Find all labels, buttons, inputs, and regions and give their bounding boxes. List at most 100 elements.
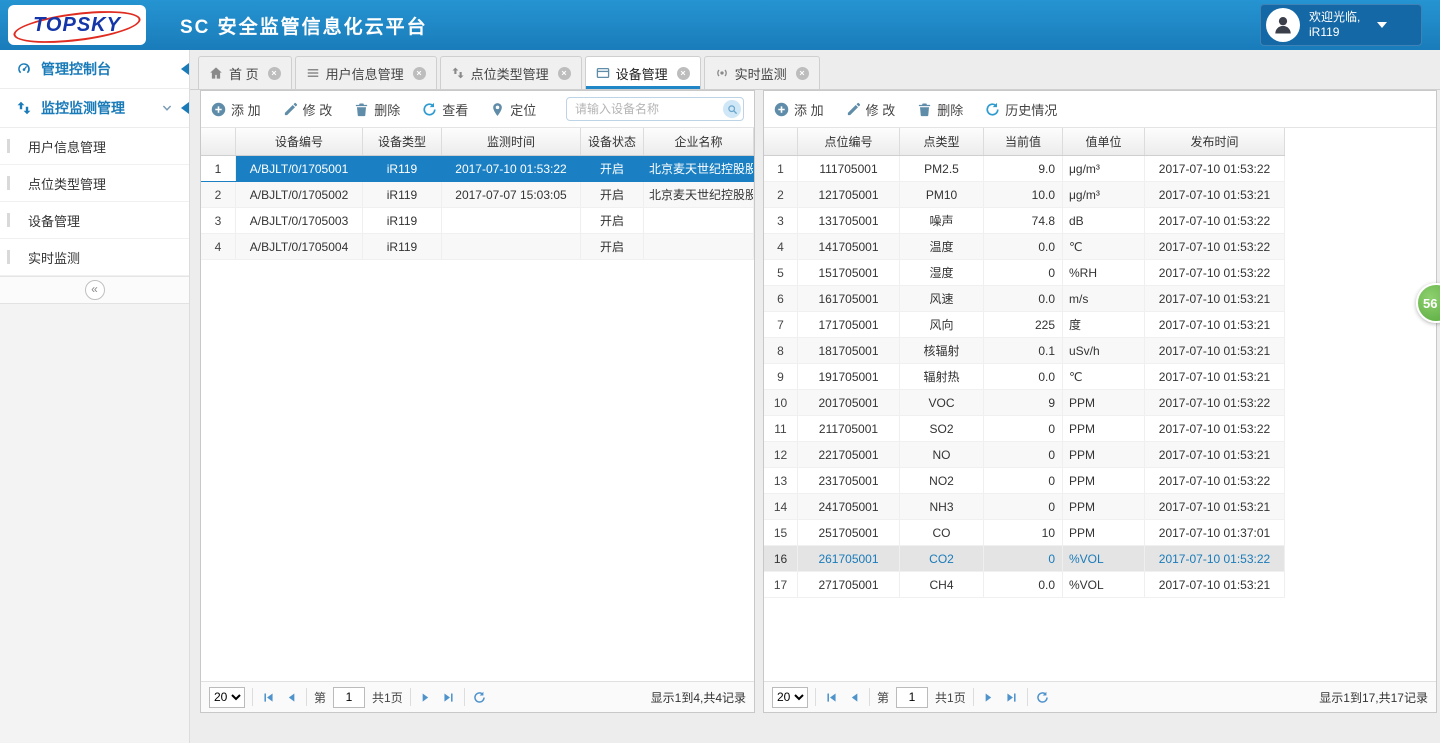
delete-button[interactable]: 删除 — [917, 100, 963, 119]
table-row[interactable]: 9191705001辐射热0.0℃2017-07-10 01:53:21 — [764, 364, 1285, 390]
first-page-button[interactable] — [260, 689, 276, 705]
column-header[interactable]: 点类型 — [900, 128, 984, 156]
column-header[interactable]: 设备编号 — [236, 128, 363, 156]
cell: 2017-07-10 01:53:21 — [1145, 572, 1285, 598]
tab-point-type[interactable]: 点位类型管理 — [440, 56, 582, 89]
next-page-button[interactable] — [981, 689, 997, 705]
column-header[interactable]: 设备状态 — [581, 128, 644, 156]
cell: 211705001 — [798, 416, 900, 442]
search-icon[interactable] — [723, 100, 741, 118]
table-row[interactable]: 1A/BJLT/0/1705001iR1192017-07-10 01:53:2… — [201, 156, 754, 182]
user-menu[interactable]: 欢迎光临, iR119 — [1260, 4, 1422, 46]
refresh-button[interactable] — [1035, 689, 1051, 705]
add-button[interactable]: 添 加 — [774, 100, 824, 119]
collapse-button[interactable]: « — [85, 280, 105, 300]
cell: 开启 — [581, 182, 644, 208]
tab-user-info[interactable]: 用户信息管理 — [295, 56, 437, 89]
last-page-button[interactable] — [1004, 689, 1020, 705]
history-button[interactable]: 历史情况 — [985, 100, 1057, 119]
table-row[interactable]: 3A/BJLT/0/1705003iR119开启 — [201, 208, 754, 234]
close-icon[interactable] — [268, 67, 281, 80]
prev-page-button[interactable] — [283, 689, 299, 705]
view-button[interactable]: 查看 — [422, 100, 468, 119]
next-page-button[interactable] — [418, 689, 434, 705]
close-icon[interactable] — [413, 67, 426, 80]
table-row[interactable]: 14241705001NH30PPM2017-07-10 01:53:21 — [764, 494, 1285, 520]
cell: 2017-07-10 01:53:22 — [1145, 468, 1285, 494]
cell: 141705001 — [798, 234, 900, 260]
sidebar-item-point-type[interactable]: 点位类型管理 — [0, 165, 189, 202]
first-page-button[interactable] — [823, 689, 839, 705]
page-size-select[interactable]: 20 — [209, 687, 245, 708]
header-row: 点位编号点类型当前值值单位发布时间 — [764, 128, 1285, 156]
row-number: 10 — [764, 390, 798, 416]
cell: SO2 — [900, 416, 984, 442]
column-header[interactable]: 监测时间 — [442, 128, 581, 156]
table-row[interactable]: 7171705001风向225度2017-07-10 01:53:21 — [764, 312, 1285, 338]
table-row[interactable]: 5151705001湿度0%RH2017-07-10 01:53:22 — [764, 260, 1285, 286]
table-row[interactable]: 2A/BJLT/0/1705002iR1192017-07-07 15:03:0… — [201, 182, 754, 208]
sidebar-item-monitor-mgmt[interactable]: 监控监测管理 — [0, 89, 189, 128]
table-row[interactable]: 3131705001噪声74.8dB2017-07-10 01:53:22 — [764, 208, 1285, 234]
column-header[interactable]: 点位编号 — [798, 128, 900, 156]
item-tick — [7, 213, 10, 227]
page-number-input[interactable] — [896, 687, 928, 708]
sidebar-item-console[interactable]: 管理控制台 — [0, 50, 189, 89]
last-page-button[interactable] — [441, 689, 457, 705]
table-row[interactable]: 15251705001CO10PPM2017-07-10 01:37:01 — [764, 520, 1285, 546]
table-row[interactable]: 12221705001NO0PPM2017-07-10 01:53:21 — [764, 442, 1285, 468]
close-icon[interactable] — [796, 67, 809, 80]
column-header[interactable]: 当前值 — [984, 128, 1063, 156]
column-header[interactable]: 值单位 — [1063, 128, 1145, 156]
table-row[interactable]: 13231705001NO20PPM2017-07-10 01:53:22 — [764, 468, 1285, 494]
sidebar-item-realtime[interactable]: 实时监测 — [0, 239, 189, 276]
cell: %VOL — [1063, 572, 1145, 598]
table-row[interactable]: 4141705001温度0.0℃2017-07-10 01:53:22 — [764, 234, 1285, 260]
cell: 161705001 — [798, 286, 900, 312]
tab-device-mgmt[interactable]: 设备管理 — [585, 56, 701, 89]
row-number: 5 — [764, 260, 798, 286]
prev-page-button[interactable] — [846, 689, 862, 705]
pin-icon — [490, 102, 505, 117]
table-row[interactable]: 2121705001PM1010.0μg/m³2017-07-10 01:53:… — [764, 182, 1285, 208]
device-table-wrap: 设备编号设备类型监测时间设备状态企业名称 1A/BJLT/0/1705001iR… — [201, 128, 754, 681]
cell: 0 — [984, 546, 1063, 572]
table-row[interactable]: 11211705001SO20PPM2017-07-10 01:53:22 — [764, 416, 1285, 442]
divider — [1027, 688, 1028, 706]
table-row[interactable]: 17271705001CH40.0%VOL2017-07-10 01:53:21 — [764, 572, 1285, 598]
table-row[interactable]: 4A/BJLT/0/1705004iR119开启 — [201, 234, 754, 260]
cell: 2017-07-10 01:53:21 — [1145, 338, 1285, 364]
table-row[interactable]: 1111705001PM2.59.0μg/m³2017-07-10 01:53:… — [764, 156, 1285, 182]
edit-button[interactable]: 修 改 — [846, 100, 896, 119]
column-header[interactable]: 企业名称 — [644, 128, 754, 156]
cell: PM2.5 — [900, 156, 984, 182]
refresh-button[interactable] — [472, 689, 488, 705]
table-row[interactable]: 8181705001核辐射0.1uSv/h2017-07-10 01:53:21 — [764, 338, 1285, 364]
add-button[interactable]: 添 加 — [211, 100, 261, 119]
menu-icon — [306, 66, 320, 80]
delete-button[interactable]: 删除 — [354, 100, 400, 119]
close-icon[interactable] — [677, 67, 690, 80]
cell: 225 — [984, 312, 1063, 338]
column-header[interactable]: 设备类型 — [363, 128, 442, 156]
search-input[interactable] — [566, 97, 744, 121]
tab-label: 实时监测 — [735, 64, 787, 83]
active-marker — [181, 63, 189, 75]
tab-home[interactable]: 首 页 — [198, 56, 292, 89]
page-number-input[interactable] — [333, 687, 365, 708]
sidebar-item-device-mgmt[interactable]: 设备管理 — [0, 202, 189, 239]
tab-realtime[interactable]: 实时监测 — [704, 56, 820, 89]
table-row[interactable]: 6161705001风速0.0m/s2017-07-10 01:53:21 — [764, 286, 1285, 312]
page-label: 第 — [877, 689, 889, 706]
edit-button[interactable]: 修 改 — [283, 100, 333, 119]
column-header[interactable]: 发布时间 — [1145, 128, 1285, 156]
sidebar-item-user-info[interactable]: 用户信息管理 — [0, 128, 189, 165]
table-row[interactable]: 10201705001VOC9PPM2017-07-10 01:53:22 — [764, 390, 1285, 416]
cell: %RH — [1063, 260, 1145, 286]
close-icon[interactable] — [558, 67, 571, 80]
row-number: 3 — [764, 208, 798, 234]
table-row[interactable]: 16261705001CO20%VOL2017-07-10 01:53:22 — [764, 546, 1285, 572]
page-size-select[interactable]: 20 — [772, 687, 808, 708]
cell: PPM — [1063, 494, 1145, 520]
locate-button[interactable]: 定位 — [490, 100, 536, 119]
